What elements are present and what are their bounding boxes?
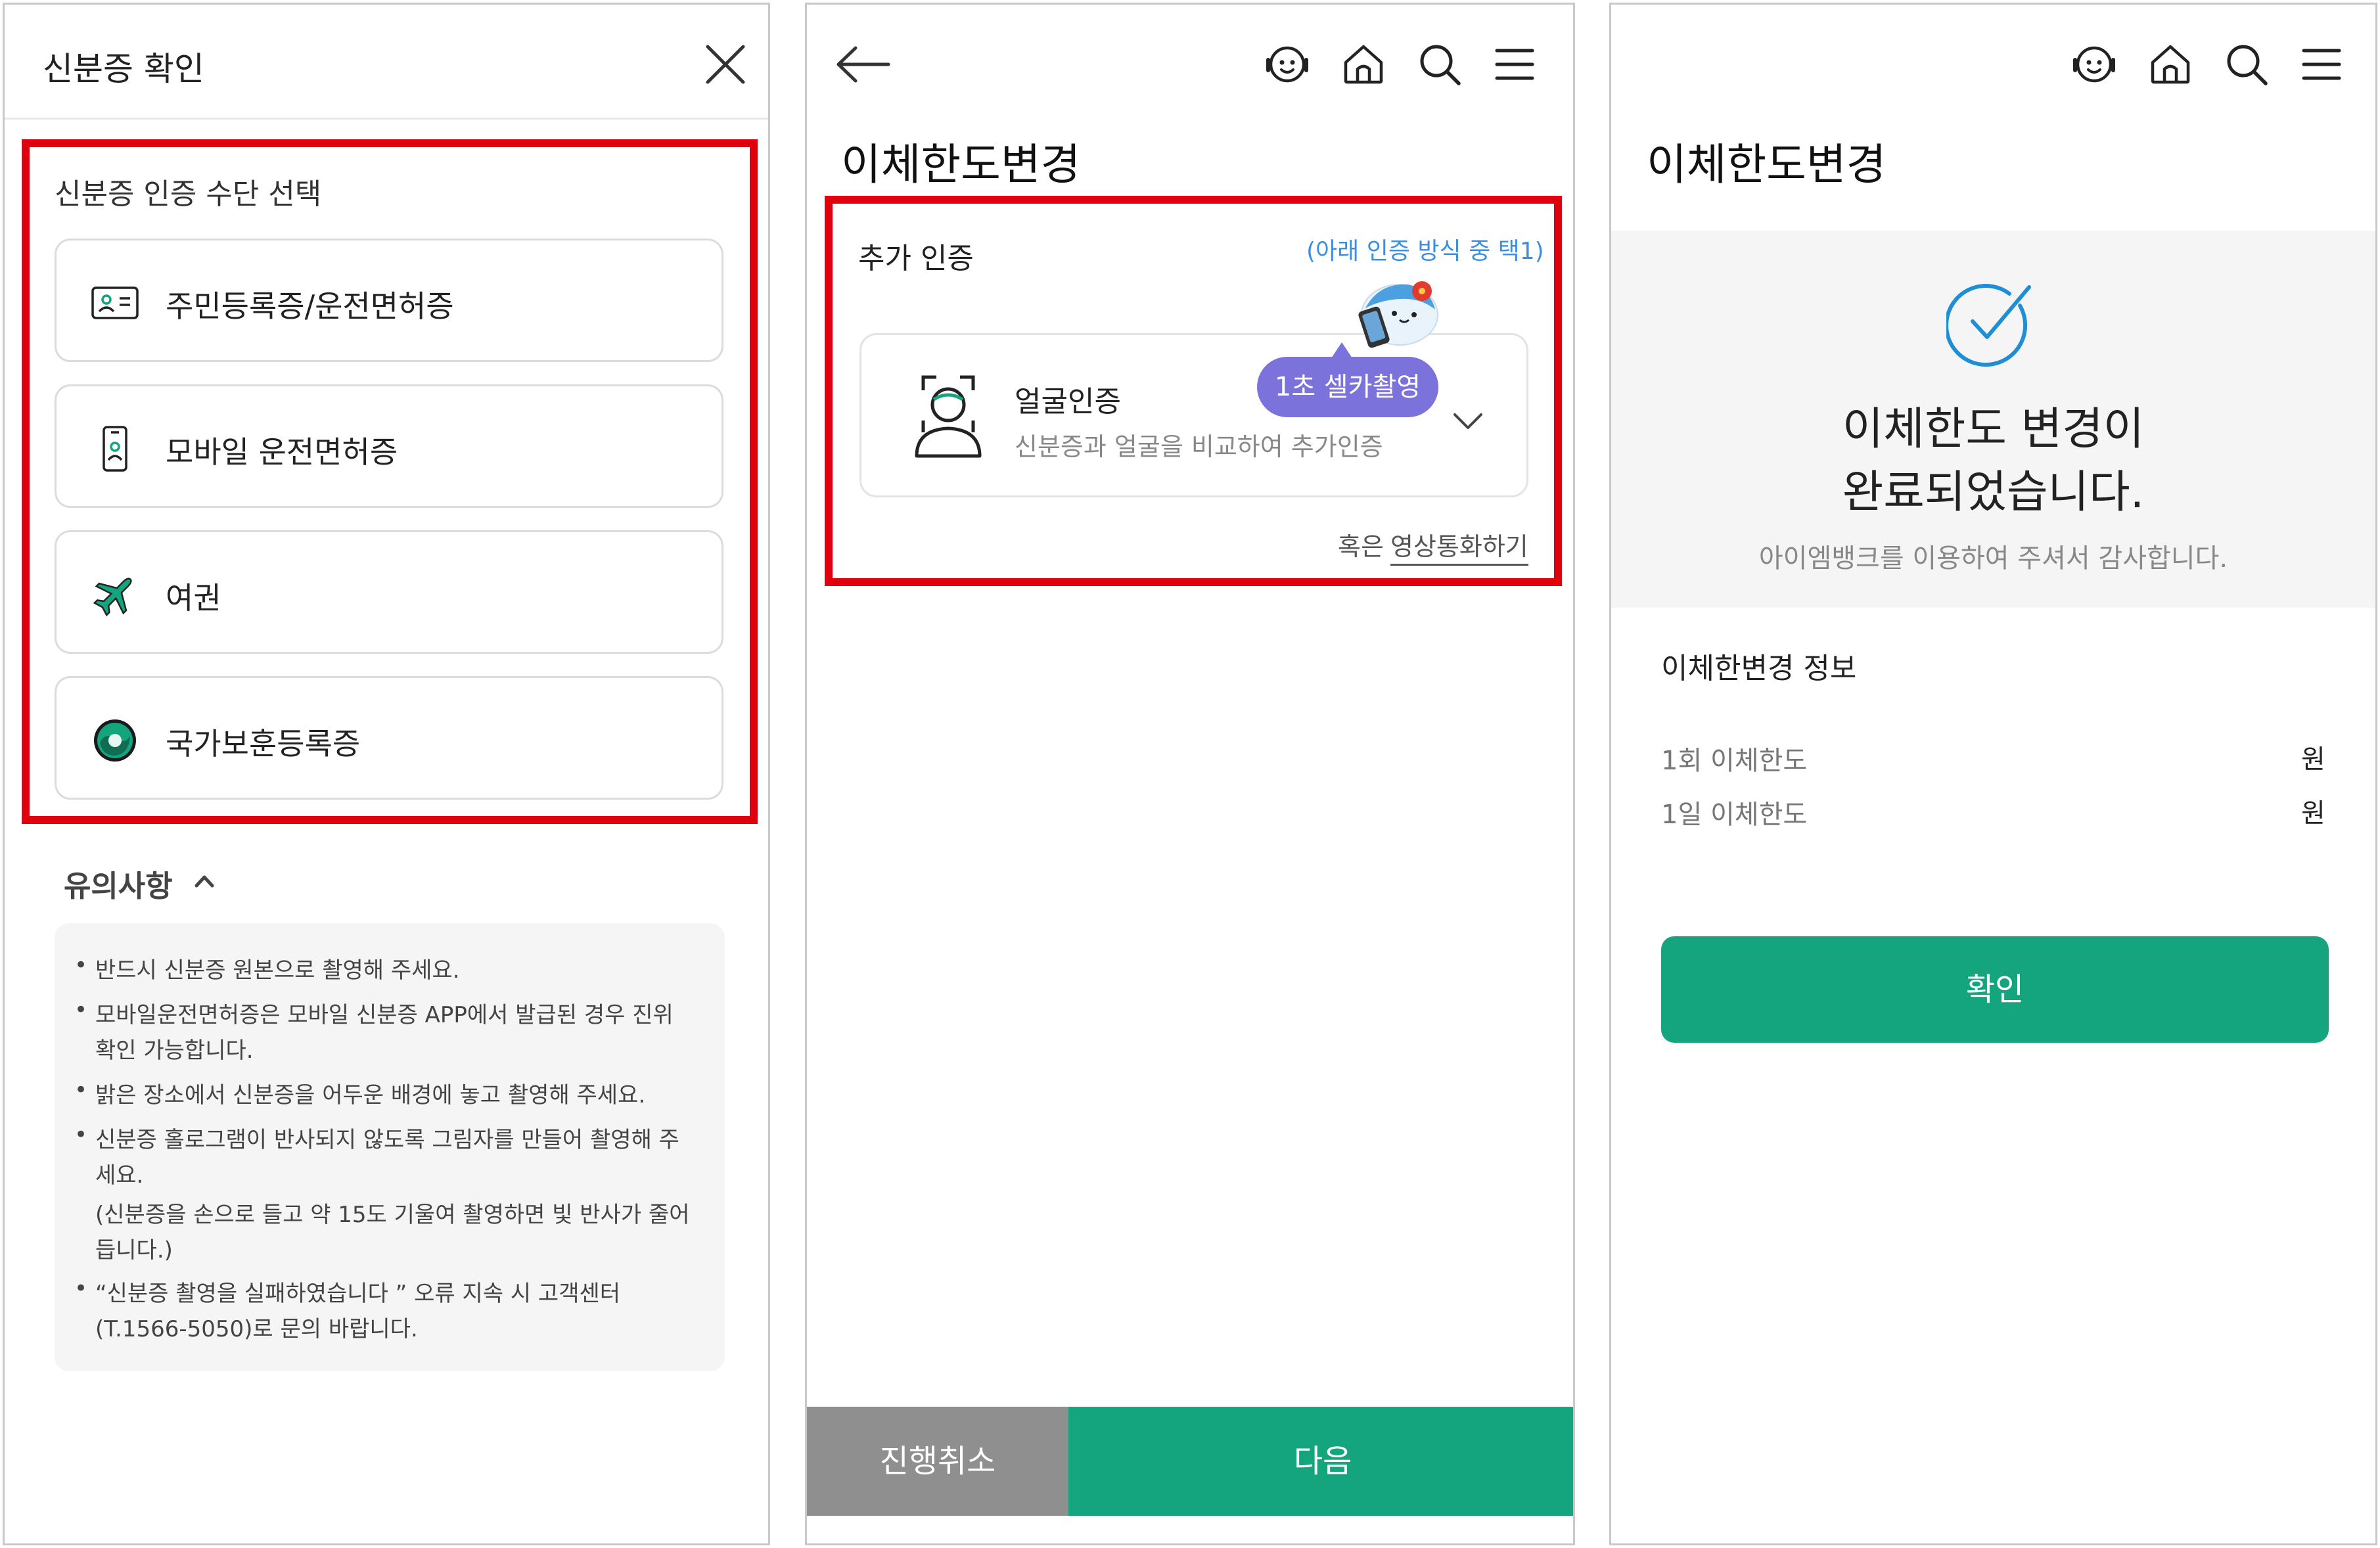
row-value: 원 xyxy=(2301,798,2325,829)
notice-line: 모바일운전면허증은 모바일 신분증 APP에서 발급된 경우 진위 xyxy=(95,1002,674,1028)
completion-message: 이체한도 변경이 xyxy=(1842,403,2145,455)
highlight-box xyxy=(825,196,1562,586)
bullet: • xyxy=(74,1275,88,1302)
next-button[interactable]: 다음 xyxy=(1068,1407,1573,1516)
bullet: • xyxy=(74,997,88,1023)
thanks-message: 아이엠뱅크를 이용하여 주셔서 감사합니다. xyxy=(1758,543,2228,574)
row-value: 원 xyxy=(2301,744,2325,775)
notice-line: 확인 가능합니다. xyxy=(95,1037,254,1064)
row-label: 1일 이체한도 xyxy=(1661,800,1808,830)
notice-line: 반드시 신분증 원본으로 촬영해 주세요. xyxy=(95,957,460,984)
additional-auth-panel: 이체한도변경 추가 인증 (아래 인증 방식 중 택1) 얼굴인증 신분증과 얼… xyxy=(805,3,1575,1545)
menu-icon[interactable] xyxy=(1490,40,1539,89)
bullet: • xyxy=(74,1077,88,1103)
notice-line: (T.1566-5050)로 문의 바랍니다. xyxy=(95,1316,418,1342)
highlight-box xyxy=(22,139,758,824)
home-icon[interactable] xyxy=(1339,40,1388,89)
row-label: 1회 이체한도 xyxy=(1661,746,1808,776)
page-title: 이체한도변경 xyxy=(1647,139,1887,190)
chatbot-icon[interactable] xyxy=(1263,40,1312,89)
search-icon[interactable] xyxy=(2222,40,2271,89)
close-icon[interactable] xyxy=(704,43,747,86)
bullet: • xyxy=(74,1122,88,1148)
notice-line: 밝은 장소에서 신분증을 어두운 배경에 놓고 촬영해 주세요. xyxy=(95,1082,646,1108)
chatbot-icon[interactable] xyxy=(2070,40,2118,89)
notice-line: “신분증 촬영을 실패하였습니다 ” 오류 지속 시 고객센터 xyxy=(95,1281,621,1307)
search-icon[interactable] xyxy=(1415,40,1464,89)
bullet: • xyxy=(74,952,88,978)
notice-line: 듭니다.) xyxy=(95,1237,173,1263)
chevron-up-icon[interactable] xyxy=(191,868,217,894)
id-verification-panel: 신분증 확인 신분증 인증 수단 선택 주민등록증/운전면허증 모바일 운전면허… xyxy=(3,3,770,1545)
back-arrow-icon[interactable] xyxy=(833,43,892,86)
page-title: 이체한도변경 xyxy=(841,139,1081,190)
home-icon[interactable] xyxy=(2146,40,2195,89)
notice-line: (신분증을 손으로 들고 약 15도 기울여 촬영하면 빛 반사가 줄어 xyxy=(95,1202,690,1228)
completion-message: 완료되었습니다. xyxy=(1842,467,2145,518)
info-title: 이체한변경 정보 xyxy=(1661,652,1857,685)
notice-line: 신분증 홀로그램이 반사되지 않도록 그림자를 만들어 촬영해 주 xyxy=(95,1127,679,1153)
completion-panel: 이체한도변경 이체한도 변경이 완료되었습니다. 아이엠뱅크를 이용하여 주셔서… xyxy=(1609,3,2377,1545)
notice-line: 세요. xyxy=(95,1162,144,1189)
notice-title[interactable]: 유의사항 xyxy=(64,862,173,905)
panel-title: 신분증 확인 xyxy=(43,50,204,88)
notice-box: • 반드시 신분증 원본으로 촬영해 주세요. • 모바일운전면허증은 모바일 … xyxy=(55,923,725,1371)
confirm-button[interactable]: 확인 xyxy=(1661,936,2329,1043)
check-circle-icon xyxy=(1946,278,2036,367)
header-divider xyxy=(5,118,768,120)
menu-icon[interactable] xyxy=(2297,40,2346,89)
cancel-button[interactable]: 진행취소 xyxy=(807,1407,1068,1516)
